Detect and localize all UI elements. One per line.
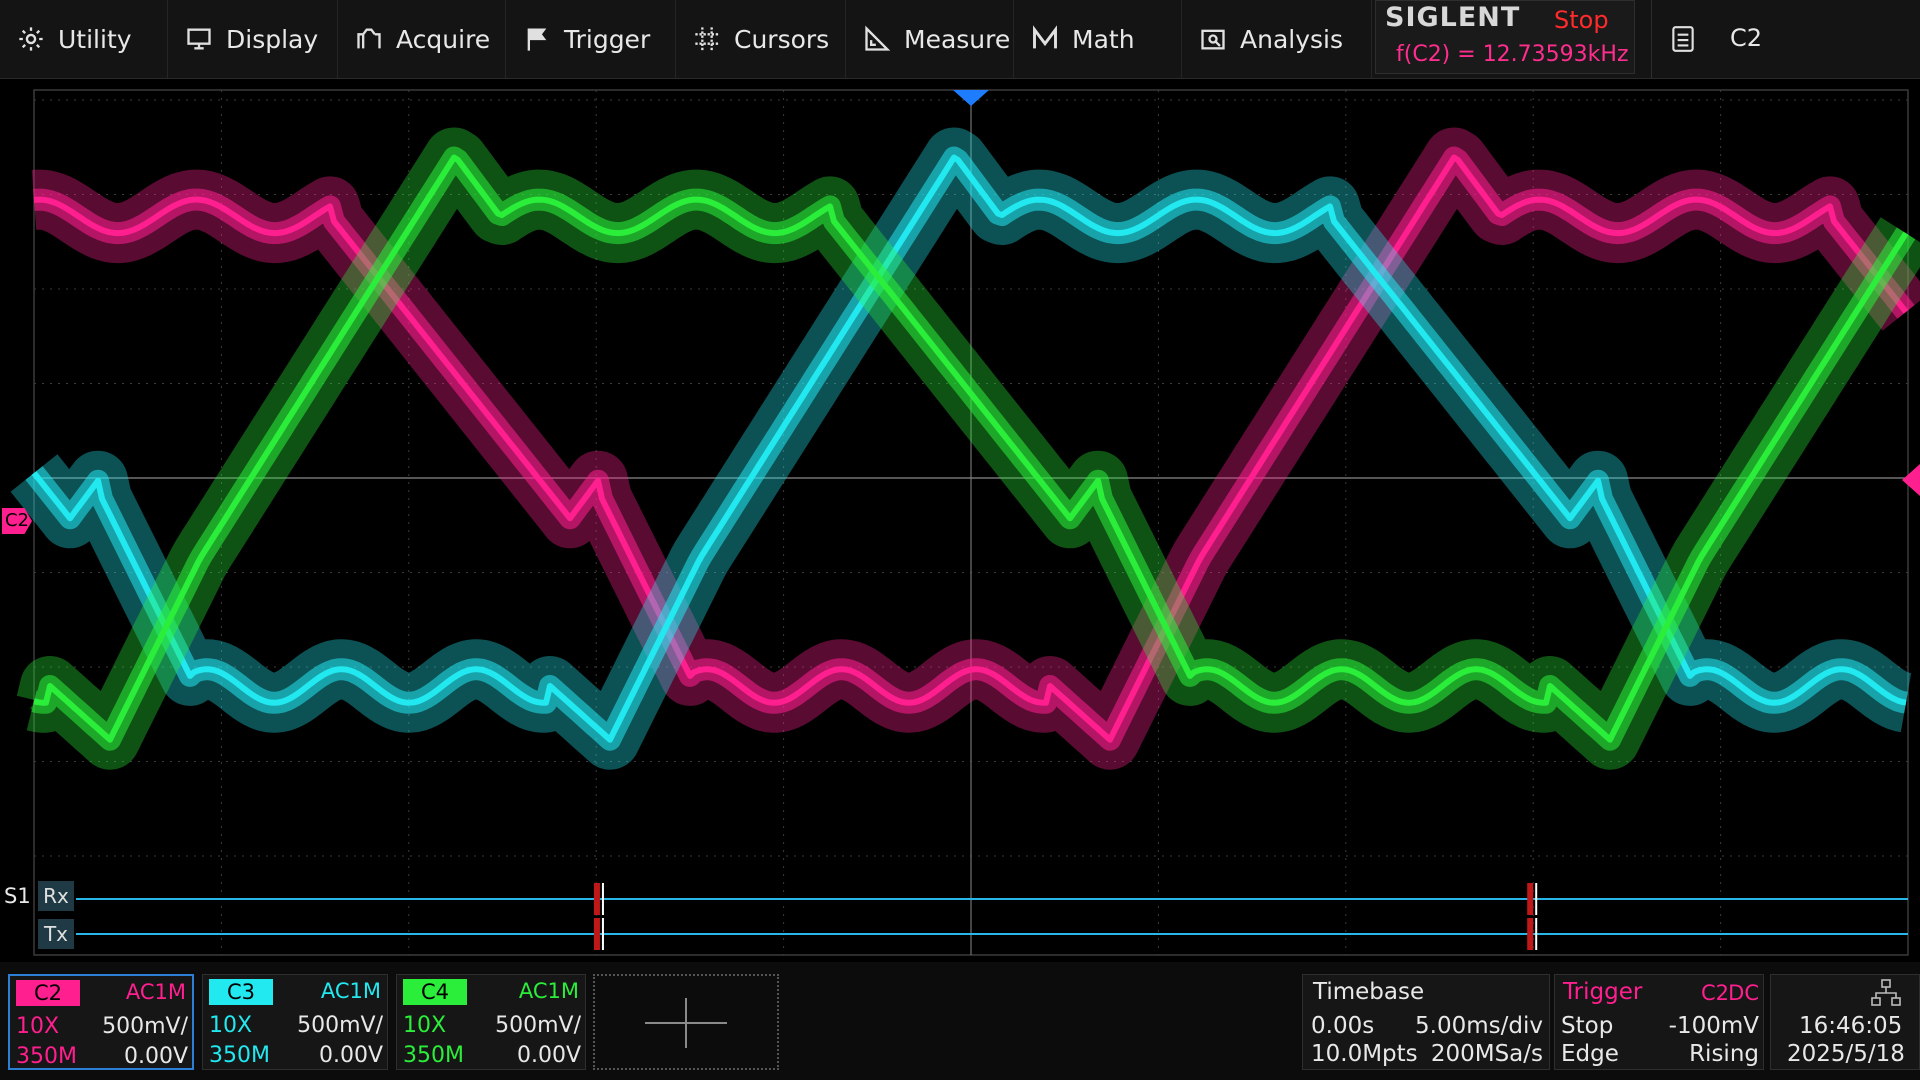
- trigger-level: -100mV: [1668, 1013, 1759, 1039]
- clock-date: 2025/5/18: [1787, 1041, 1905, 1067]
- menu-math-label: Math: [1072, 24, 1135, 54]
- channel-c3-tag: C3: [209, 979, 273, 1005]
- channel-c4-probe: 10X: [403, 1013, 447, 1038]
- menu-measure[interactable]: Measure: [846, 0, 1014, 78]
- menu-analysis[interactable]: Analysis: [1182, 0, 1372, 78]
- network-icon: [1871, 979, 1901, 1006]
- timebase-panel[interactable]: Timebase 0.00s 5.00ms/div 10.0Mpts 200MS…: [1302, 974, 1550, 1070]
- channel-c3-bandwidth: 350M: [209, 1043, 270, 1068]
- channel-c2-offset: 0.00V: [123, 1044, 188, 1069]
- channel-c3-coupling: AC1M: [320, 979, 381, 1003]
- decode-frame-marker: [1527, 883, 1534, 915]
- ruler-icon: [862, 24, 892, 54]
- menu-trigger-label: Trigger: [564, 24, 651, 54]
- decode-rx-label: Rx: [38, 881, 74, 911]
- monitor-icon: [184, 24, 214, 54]
- trigger-coupling: DC: [1728, 981, 1759, 1005]
- trigger-mode: Stop: [1561, 1013, 1614, 1039]
- menu-trigger[interactable]: Trigger: [506, 0, 676, 78]
- trigger-position-marker: [953, 90, 989, 106]
- menu-utility-label: Utility: [58, 24, 132, 54]
- menu-cursors-label: Cursors: [734, 24, 830, 54]
- trigger-slope: Rising: [1689, 1041, 1759, 1067]
- menu-analysis-label: Analysis: [1240, 24, 1344, 54]
- crosshair-icon: [692, 24, 722, 54]
- menu-acquire-label: Acquire: [396, 24, 491, 54]
- trigger-source: C2: [1700, 981, 1729, 1005]
- channel-c3-box[interactable]: C3 AC1M 10X 500mV/ 350M 0.00V: [202, 974, 388, 1070]
- flag-icon: [522, 24, 552, 54]
- menu-math[interactable]: Math: [1014, 0, 1182, 78]
- channel-c3-probe: 10X: [209, 1013, 253, 1038]
- menu-cursors[interactable]: Cursors: [676, 0, 846, 78]
- brand-logo: SIGLENT: [1385, 2, 1521, 33]
- channel-c4-tag: C4: [403, 979, 467, 1005]
- channel-c2-probe: 10X: [16, 1014, 60, 1039]
- run-state-indicator[interactable]: Stop: [1554, 6, 1609, 34]
- decode-frame-marker: [593, 883, 600, 915]
- trigger-type: Edge: [1561, 1041, 1619, 1067]
- channel-c3-offset: 0.00V: [318, 1043, 383, 1068]
- channel-c4-coupling: AC1M: [518, 979, 579, 1003]
- gear-icon: [16, 24, 46, 54]
- decode-frame-marker: [593, 918, 600, 950]
- menu-display[interactable]: Display: [168, 0, 338, 78]
- channel-c2-coupling: AC1M: [125, 980, 186, 1004]
- trigger-level-marker: [1902, 464, 1920, 496]
- selected-channel-label: C2: [1730, 24, 1763, 52]
- channel-c3-scale: 500mV/: [297, 1013, 383, 1038]
- timebase-scale: 5.00ms/div: [1415, 1013, 1543, 1039]
- channel-c4-scale: 500mV/: [495, 1013, 581, 1038]
- serial-decode-area: [76, 883, 1908, 950]
- decode-bus-label: S1: [4, 884, 31, 908]
- decode-tx-label: Tx: [38, 919, 74, 949]
- clock-time: 16:46:05: [1799, 1013, 1903, 1039]
- trigger-panel[interactable]: Trigger C2 DC Stop -100mV Edge Rising: [1554, 974, 1764, 1070]
- channel-c4-box[interactable]: C4 AC1M 10X 500mV/ 350M 0.00V: [396, 974, 586, 1070]
- channel-c2-box[interactable]: C2 AC1M 10X 500mV/ 350M 0.00V: [8, 974, 194, 1070]
- trigger-title: Trigger: [1563, 979, 1643, 1005]
- menu-display-label: Display: [226, 24, 319, 54]
- waveform-display[interactable]: [0, 80, 1920, 956]
- timebase-sample-rate: 200MSa/s: [1430, 1041, 1543, 1067]
- decode-frame-marker: [1527, 918, 1534, 950]
- channel-c4-offset: 0.00V: [516, 1043, 581, 1068]
- channel-c4-bandwidth: 350M: [403, 1043, 464, 1068]
- channel-c2-scale: 500mV/: [102, 1014, 188, 1039]
- add-channel-button[interactable]: [593, 974, 779, 1070]
- channel-c2-tag: C2: [16, 980, 80, 1006]
- menu-utility[interactable]: Utility: [0, 0, 168, 78]
- math-icon: [1030, 24, 1060, 54]
- menu-measure-label: Measure: [904, 24, 1011, 54]
- timebase-memory-depth: 10.0Mpts: [1311, 1041, 1418, 1067]
- channel-c2-bandwidth: 350M: [16, 1044, 77, 1069]
- waveform-traces: [8, 127, 1920, 770]
- frequency-readout: f(C2) = 12.73593kHz: [1396, 42, 1629, 67]
- menu-acquire[interactable]: Acquire: [338, 0, 506, 78]
- list-icon: [1670, 24, 1696, 58]
- analysis-icon: [1198, 24, 1228, 54]
- clock-panel: 16:46:05 2025/5/18: [1770, 974, 1920, 1070]
- timebase-title: Timebase: [1313, 979, 1425, 1005]
- acquire-icon: [354, 24, 384, 54]
- timebase-delay: 0.00s: [1311, 1013, 1375, 1039]
- plus-icon: [645, 998, 727, 1048]
